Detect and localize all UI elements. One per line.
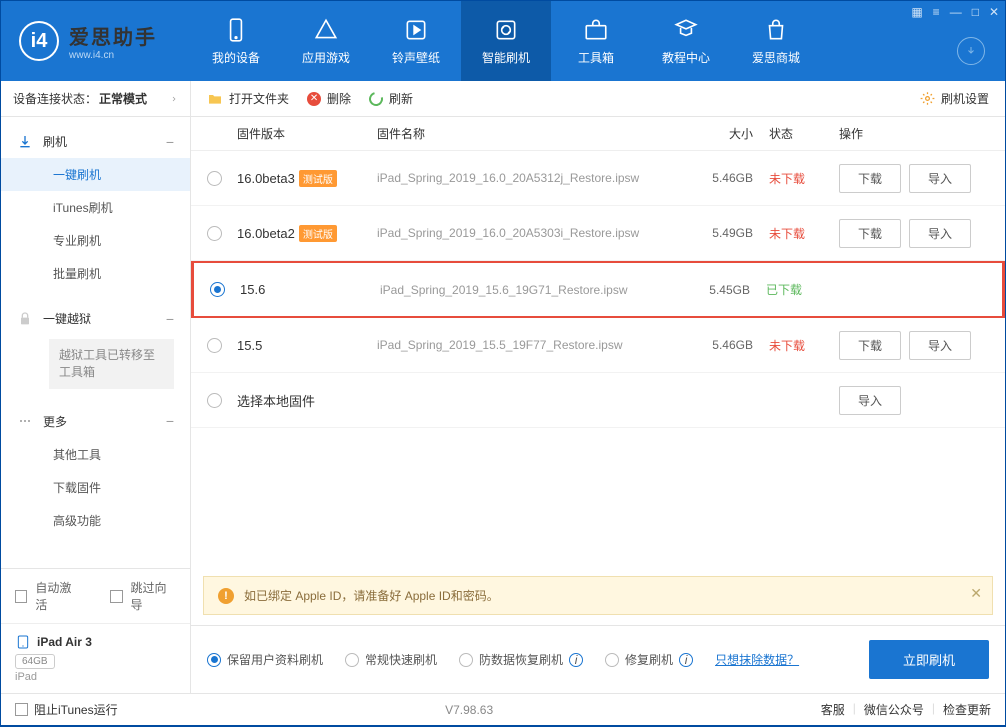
more-icon [17,413,33,429]
local-firmware-row[interactable]: 选择本地固件导入 [191,373,1005,428]
toolbar: 打开文件夹 ✕删除 刷新 刷机设置 [191,81,1005,117]
refresh-button[interactable]: 刷新 [369,90,413,107]
download-button[interactable]: 下载 [839,219,901,248]
header: i4 爱思助手 www.i4.cn 我的设备 应用游戏 铃声壁纸 智能刷机 工具… [1,1,1005,81]
folder-icon [207,91,223,107]
flash-options: 保留用户资料刷机 常规快速刷机 防数据恢复刷机i 修复刷机i 只想抹除数据？ 立… [191,625,1005,693]
sidebar-oneclick-flash[interactable]: 一键刷机 [1,158,190,191]
footer: 阻止iTunes运行 V7.98.63 客服| 微信公众号| 检查更新 [1,693,1005,725]
refresh-icon [366,89,385,108]
win-menu-icon[interactable]: ≡ [933,5,940,19]
warning-icon: ! [218,588,234,604]
row-radio[interactable] [207,393,222,408]
footer-support[interactable]: 客服 [821,701,845,718]
firmware-row[interactable]: 16.0beta3测试版iPad_Spring_2019_16.0_20A531… [191,151,1005,206]
sidebar-more[interactable]: 更多 − [1,405,190,438]
download-button[interactable]: 下载 [839,331,901,360]
help-icon[interactable]: i [569,653,583,667]
gear-icon [920,91,935,106]
row-radio[interactable] [207,171,222,186]
sidebar-other-tools[interactable]: 其他工具 [1,438,190,471]
warning-banner: ! 如已绑定 Apple ID，请准备好 Apple ID和密码。 ✕ [203,576,993,615]
nav-my-device[interactable]: 我的设备 [191,1,281,81]
import-button[interactable]: 导入 [909,331,971,360]
beta-badge: 测试版 [299,170,337,187]
delete-icon: ✕ [307,92,321,106]
beta-badge: 测试版 [299,225,337,242]
firmware-row[interactable]: 15.6iPad_Spring_2019_15.6_19G71_Restore.… [191,261,1005,318]
nav-apps[interactable]: 应用游戏 [281,1,371,81]
flash-now-button[interactable]: 立即刷机 [869,640,989,679]
download-button[interactable]: 下载 [839,164,901,193]
row-radio[interactable] [207,226,222,241]
device-status[interactable]: 设备连接状态：正常模式 [1,81,190,117]
lock-icon [17,311,33,327]
sidebar: 设备连接状态：正常模式 刷机 − 一键刷机 iTunes刷机 专业刷机 批量刷机… [1,81,191,693]
device-info[interactable]: iPad Air 3 64GB iPad [1,623,190,693]
version-label: V7.98.63 [445,703,493,717]
open-folder-button[interactable]: 打开文件夹 [207,90,289,107]
block-itunes-checkbox[interactable] [15,703,28,716]
collapse-icon[interactable]: − [166,134,174,150]
import-button[interactable]: 导入 [839,386,901,415]
delete-button[interactable]: ✕删除 [307,90,351,107]
logo-icon: i4 [19,21,59,61]
opt-keep-data[interactable]: 保留用户资料刷机 [207,651,323,668]
firmware-row[interactable]: 16.0beta2测试版iPad_Spring_2019_16.0_20A530… [191,206,1005,261]
top-nav: 我的设备 应用游戏 铃声壁纸 智能刷机 工具箱 教程中心 爱思商城 [191,1,821,81]
close-warning-button[interactable]: ✕ [970,585,982,602]
opt-normal[interactable]: 常规快速刷机 [345,651,437,668]
chevron-right-icon [170,95,178,103]
tablet-icon [15,634,31,650]
import-button[interactable]: 导入 [909,164,971,193]
sidebar-itunes-flash[interactable]: iTunes刷机 [1,191,190,224]
sidebar-batch-flash[interactable]: 批量刷机 [1,257,190,290]
download-icon [17,134,33,150]
table-header: 固件版本 固件名称 大小 状态 操作 [191,117,1005,151]
firmware-row[interactable]: 15.5iPad_Spring_2019_15.5_19F77_Restore.… [191,318,1005,373]
main-panel: 打开文件夹 ✕删除 刷新 刷机设置 固件版本 固件名称 大小 状态 操作 16.… [191,81,1005,693]
storage-badge: 64GB [15,654,55,669]
window-controls: ▦ ≡ — □ ✕ [911,5,999,19]
nav-toolbox[interactable]: 工具箱 [551,1,641,81]
opt-repair[interactable]: 修复刷机i [605,651,693,668]
nav-ringtone[interactable]: 铃声壁纸 [371,1,461,81]
row-radio[interactable] [210,282,225,297]
sidebar-download-firmware[interactable]: 下载固件 [1,471,190,504]
nav-store[interactable]: 爱思商城 [731,1,821,81]
sidebar-advanced[interactable]: 高级功能 [1,504,190,537]
win-grid-icon[interactable]: ▦ [911,5,922,19]
flash-settings-button[interactable]: 刷机设置 [920,90,989,107]
sidebar-pro-flash[interactable]: 专业刷机 [1,224,190,257]
win-close-icon[interactable]: ✕ [989,5,999,19]
app-subtitle: www.i4.cn [69,50,157,61]
collapse-icon[interactable]: − [166,311,174,327]
nav-flash[interactable]: 智能刷机 [461,1,551,81]
win-max-icon[interactable]: □ [972,5,979,19]
app-title: 爱思助手 [69,21,157,50]
collapse-icon[interactable]: − [166,413,174,429]
skip-guide-checkbox[interactable] [110,590,122,603]
win-min-icon[interactable]: — [950,5,962,19]
import-button[interactable]: 导入 [909,219,971,248]
jailbreak-note: 越狱工具已转移至工具箱 [49,339,174,389]
nav-tutorial[interactable]: 教程中心 [641,1,731,81]
sidebar-flash[interactable]: 刷机 − [1,125,190,158]
row-radio[interactable] [207,338,222,353]
help-icon[interactable]: i [679,653,693,667]
sidebar-jailbreak: 一键越狱 − [1,302,190,335]
auto-activate-checkbox[interactable] [15,590,27,603]
erase-link[interactable]: 只想抹除数据？ [715,651,799,668]
logo: i4 爱思助手 www.i4.cn [1,21,191,61]
footer-wechat[interactable]: 微信公众号 [864,701,924,718]
footer-update[interactable]: 检查更新 [943,701,991,718]
opt-anti-recovery[interactable]: 防数据恢复刷机i [459,651,583,668]
download-indicator-icon[interactable] [957,37,985,65]
